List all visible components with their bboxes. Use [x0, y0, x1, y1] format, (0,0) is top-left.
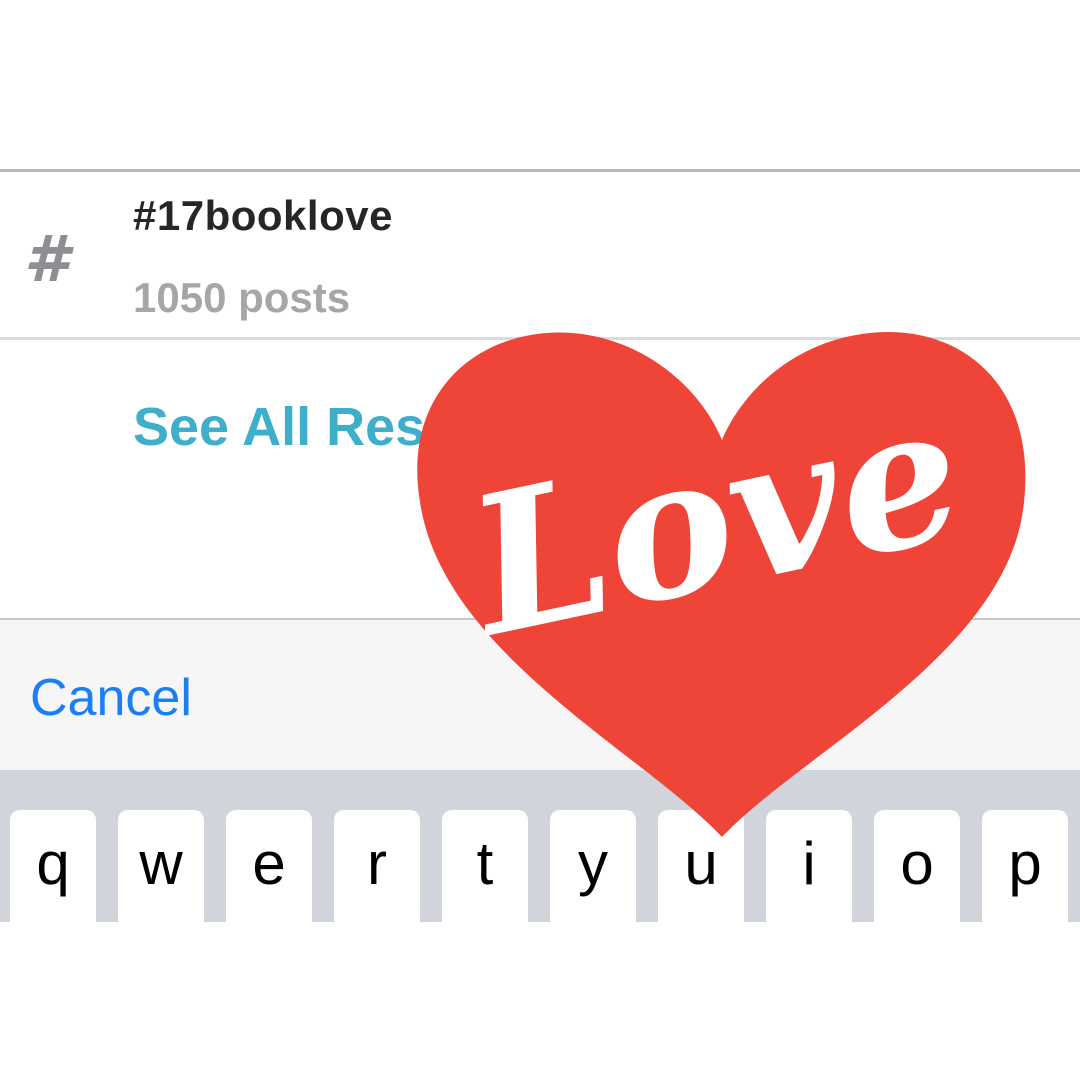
cancel-button[interactable]: Cancel	[30, 668, 192, 728]
bottom-blank-area	[0, 922, 1080, 1080]
key-e[interactable]: e	[226, 810, 312, 922]
hash-icon: #	[24, 223, 69, 297]
key-q[interactable]: q	[10, 810, 96, 922]
key-r[interactable]: r	[334, 810, 420, 922]
instagram-search-screen: # #17booklove 1050 posts See All Results…	[0, 0, 1080, 1080]
hashtag-name: #17booklove	[133, 192, 393, 239]
key-w[interactable]: w	[118, 810, 204, 922]
hashtag-result-row[interactable]: # #17booklove 1050 posts	[0, 172, 1080, 338]
hashtag-post-count: 1050 posts	[133, 274, 351, 321]
heart-icon: Love	[417, 332, 1026, 837]
search-header-area	[0, 0, 1080, 170]
